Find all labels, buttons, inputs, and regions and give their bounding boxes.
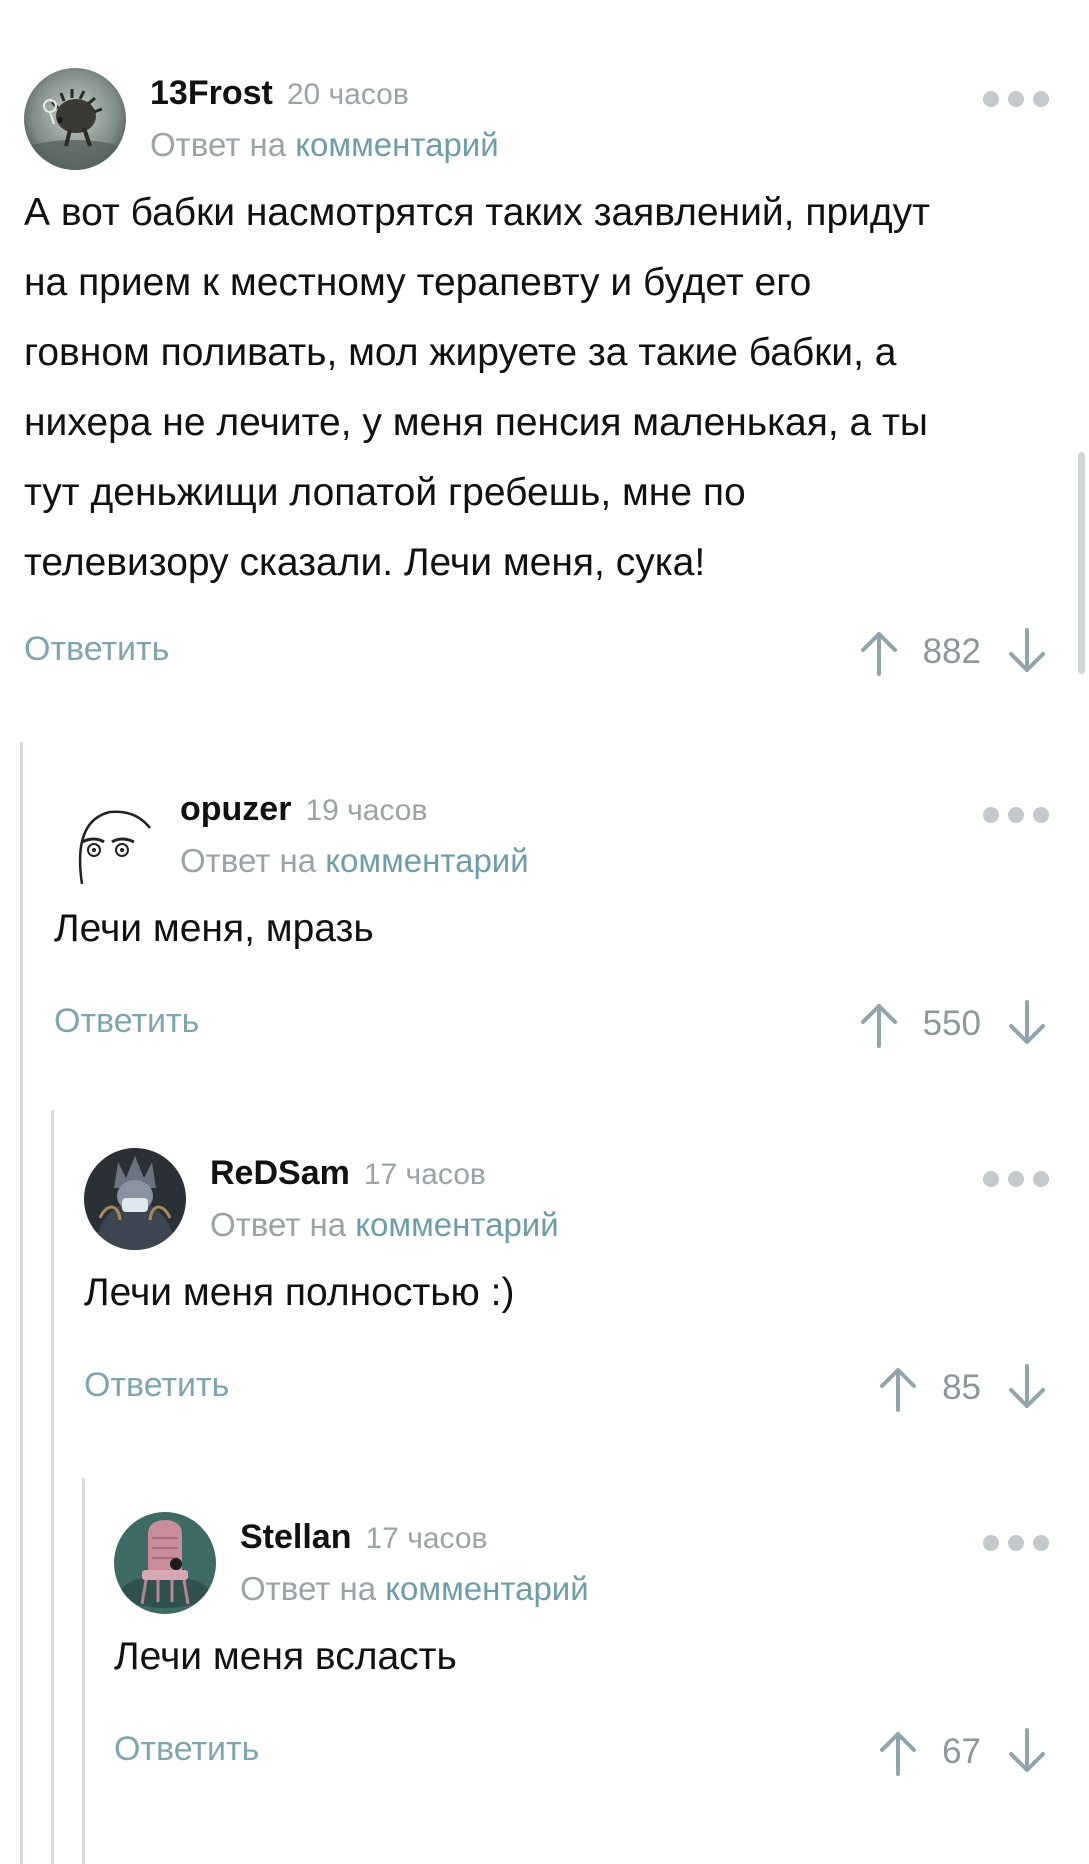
comment-text: Лечи меня, мразь <box>54 894 1049 964</box>
reply-context: Ответ на комментарий <box>150 126 499 164</box>
comment-meta: 13Frost 20 часов <box>150 74 409 114</box>
parent-comment-link[interactable]: комментарий <box>385 1570 588 1607</box>
sketch-face-avatar[interactable] <box>54 784 156 886</box>
rating-score: 85 <box>942 1368 981 1407</box>
comment-text-line: на прием к местному терапевту и будет ег… <box>24 261 812 304</box>
more-dots-icon[interactable] <box>983 86 1049 112</box>
comment-time[interactable]: 20 часов <box>287 78 409 111</box>
comment-meta: Stellan 17 часов <box>240 1518 487 1558</box>
comment-footer: Ответить 67 <box>114 1724 1049 1784</box>
comment: 13Frost 20 часов Ответ на комментарий А в… <box>24 68 1049 684</box>
comment-time[interactable]: 17 часов <box>365 1522 487 1555</box>
vote-controls: 67 <box>876 1724 1049 1780</box>
scrollbar[interactable] <box>1078 452 1085 674</box>
thread-rail[interactable] <box>82 1478 85 1864</box>
parent-comment-link[interactable]: комментарий <box>295 126 498 163</box>
parent-comment-link[interactable]: комментарий <box>355 1206 558 1243</box>
parent-comment-link[interactable]: комментарий <box>325 842 528 879</box>
comment: ReDSam 17 часов Ответ на комментарий Лечи… <box>84 1148 1049 1420</box>
vote-controls: 882 <box>857 624 1049 680</box>
reply-button[interactable]: Ответить <box>84 1366 229 1405</box>
arrow-up-icon[interactable] <box>857 624 901 680</box>
reply-button[interactable]: Ответить <box>54 1002 199 1041</box>
more-dots-icon[interactable] <box>983 1166 1049 1192</box>
hedgehog-in-fog-avatar[interactable] <box>24 68 126 170</box>
author-name[interactable]: Stellan <box>240 1518 351 1556</box>
arrow-up-icon[interactable] <box>857 996 901 1052</box>
reply-context: Ответ на комментарий <box>210 1206 559 1244</box>
reply-context: Ответ на комментарий <box>240 1570 589 1608</box>
comment-header: ReDSam 17 часов Ответ на комментарий <box>84 1148 1049 1258</box>
arrow-up-icon[interactable] <box>876 1360 920 1416</box>
reply-context: Ответ на комментарий <box>180 842 529 880</box>
arrow-down-icon[interactable] <box>1005 1724 1049 1780</box>
throne-avatar[interactable] <box>114 1512 216 1614</box>
thread-rail[interactable] <box>51 1110 54 1864</box>
author-name[interactable]: ReDSam <box>210 1154 350 1192</box>
comment-meta: ReDSam 17 часов <box>210 1154 486 1194</box>
reply-button[interactable]: Ответить <box>24 630 169 669</box>
comment-text-line: Лечи меня всласть <box>114 1635 457 1678</box>
comment-footer: Ответить 550 <box>54 996 1049 1056</box>
rating-score: 550 <box>922 1004 981 1043</box>
comment-text-line: нихера не лечите, у меня пенсия маленька… <box>24 401 928 444</box>
comment-thread: 13Frost 20 часов Ответ на комментарий А в… <box>0 0 1089 1864</box>
comment-text-line: А вот бабки насмотрятся таких заявлений,… <box>24 191 931 234</box>
comment: opuzer 19 часов Ответ на комментарий Лечи… <box>54 784 1049 1056</box>
rating-score: 67 <box>942 1732 981 1771</box>
arrow-up-icon[interactable] <box>876 1724 920 1780</box>
comment-footer: Ответить 85 <box>84 1360 1049 1420</box>
arrow-down-icon[interactable] <box>1005 996 1049 1052</box>
comment-footer: Ответить 882 <box>24 624 1049 684</box>
more-dots-icon[interactable] <box>983 802 1049 828</box>
thread-rail[interactable] <box>20 742 23 1864</box>
comment-header: Stellan 17 часов Ответ на комментарий <box>114 1512 1049 1622</box>
reply-button[interactable]: Ответить <box>114 1730 259 1769</box>
vote-controls: 550 <box>857 996 1049 1052</box>
arrow-down-icon[interactable] <box>1005 624 1049 680</box>
comment-text-line: Лечи меня, мразь <box>54 907 374 950</box>
comment-header: 13Frost 20 часов Ответ на комментарий <box>24 68 1049 178</box>
comment-text: А вот бабки насмотрятся таких заявлений,… <box>24 178 1049 598</box>
reply-prefix: Ответ на <box>150 126 287 163</box>
comment-text: Лечи меня всласть <box>114 1622 1049 1692</box>
comment-text-line: говном поливать, мол жируете за такие ба… <box>24 331 897 374</box>
more-dots-icon[interactable] <box>983 1530 1049 1556</box>
reply-prefix: Ответ на <box>240 1570 377 1607</box>
comment-time[interactable]: 17 часов <box>364 1158 486 1191</box>
comment-header: opuzer 19 часов Ответ на комментарий <box>54 784 1049 894</box>
comment-text-line: телевизору сказали. Лечи меня, сука! <box>24 541 706 584</box>
comment: Stellan 17 часов Ответ на комментарий Леч… <box>114 1512 1049 1784</box>
comment-time[interactable]: 19 часов <box>305 794 427 827</box>
masked-figure-avatar[interactable] <box>84 1148 186 1250</box>
author-name[interactable]: 13Frost <box>150 74 273 112</box>
author-name[interactable]: opuzer <box>180 790 291 828</box>
comment-text-line: тут деньжищи лопатой гребешь, мне по <box>24 471 746 514</box>
reply-prefix: Ответ на <box>180 842 317 879</box>
vote-controls: 85 <box>876 1360 1049 1416</box>
reply-prefix: Ответ на <box>210 1206 347 1243</box>
arrow-down-icon[interactable] <box>1005 1360 1049 1416</box>
comment-meta: opuzer 19 часов <box>180 790 427 830</box>
comment-text-line: Лечи меня полностью :) <box>84 1271 515 1314</box>
comment-text: Лечи меня полностью :) <box>84 1258 1049 1328</box>
rating-score: 882 <box>922 632 981 671</box>
